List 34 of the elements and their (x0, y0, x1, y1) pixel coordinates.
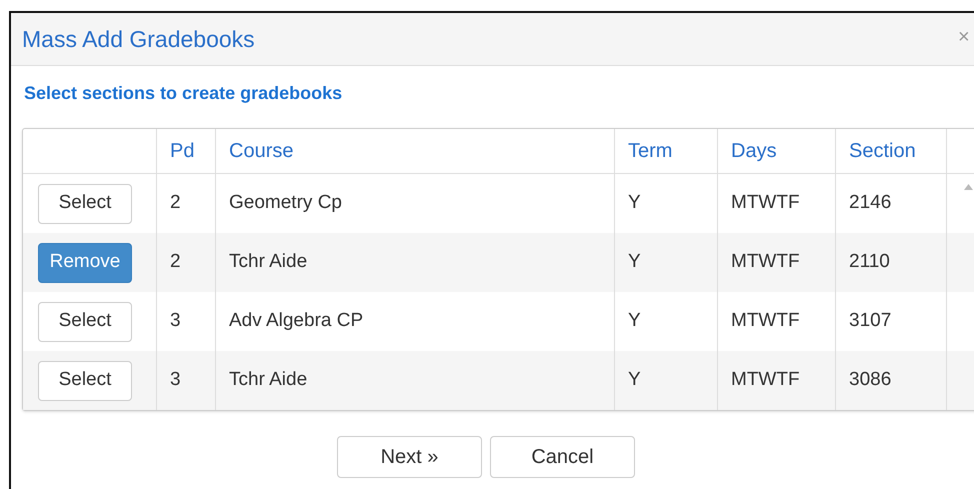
table-cell-text: 3 (170, 309, 181, 334)
table-cell-text: 2110 (849, 250, 890, 274)
table-cell-text: Y (628, 250, 641, 274)
table-cell-text: Geometry Cp (229, 191, 342, 216)
table-cell-text: MTWTF (731, 368, 800, 392)
cancel-button[interactable]: Cancel (490, 436, 635, 478)
table-cell-text: Adv Algebra CP (229, 309, 364, 334)
table-cell-text: MTWTF (731, 309, 800, 334)
column-header: Term (628, 139, 672, 164)
remove-button[interactable]: Remove (38, 242, 132, 282)
table-cell-text: 2 (170, 250, 181, 274)
select-button[interactable]: Select (38, 360, 132, 400)
table-cell-text: Y (628, 191, 641, 216)
select-button[interactable]: Select (38, 184, 132, 224)
table-cell-text: 3086 (849, 368, 892, 392)
table-cell-text: 2146 (849, 191, 892, 216)
column-header: Course (229, 139, 294, 164)
section-heading: Select sections to create gradebooks (24, 83, 342, 103)
column-header: Pd (170, 139, 194, 164)
select-button[interactable]: Select (38, 302, 132, 342)
table-cell-text: MTWTF (731, 250, 800, 274)
table-cell-text: 3 (170, 368, 181, 392)
scroll-up-icon[interactable] (964, 184, 973, 190)
column-header: Section (849, 139, 916, 164)
dialog-title: Mass Add Gradebooks (22, 24, 255, 54)
table-cell-text: Y (628, 368, 641, 392)
table-cell-text: MTWTF (731, 191, 800, 216)
table-cell-text: 3107 (849, 309, 892, 334)
table-cell-text: Y (628, 309, 641, 334)
column-header: Days (731, 139, 777, 164)
table-cell-text: 2 (170, 191, 181, 216)
table-cell-text: Tchr Aide (229, 368, 308, 392)
table-cell-text: Tchr Aide (229, 250, 308, 274)
next-button[interactable]: Next » (337, 436, 482, 478)
